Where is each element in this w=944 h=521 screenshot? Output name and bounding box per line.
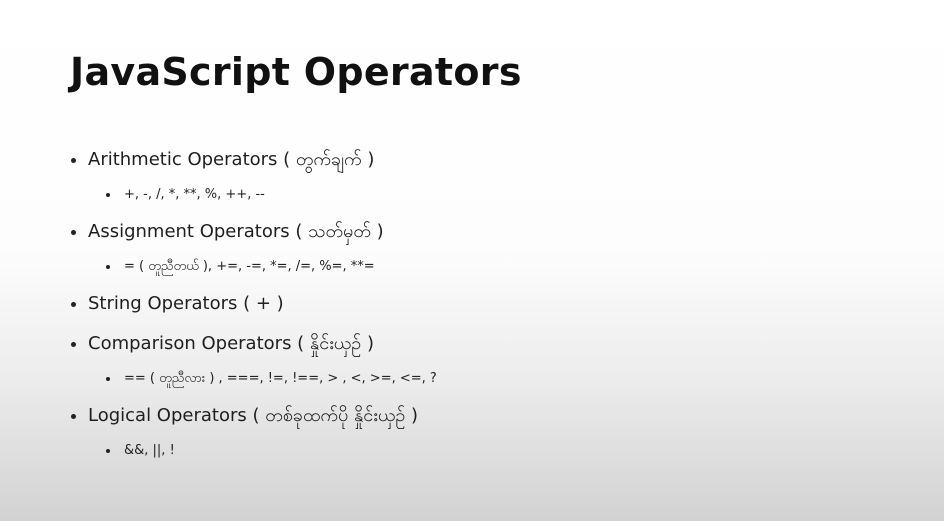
sub-bullet-assignment: = ( တူညီတယ် ), +=, -=, *=, /=, %=, **= xyxy=(104,252,928,284)
list-item-logical: Logical Operators ( တစ်ခုထက်ပို နှိုင်းယ… xyxy=(68,396,928,468)
operator-list: Arithmetic Operators ( တွက်ချက် ) +, -, … xyxy=(68,140,928,468)
bullet-text-arithmetic: Arithmetic Operators ( တွက်ချက် ) xyxy=(68,140,928,180)
bullet-text-assignment: Assignment Operators ( သတ်မှတ် ) xyxy=(68,212,928,252)
bullet-text-logical: Logical Operators ( တစ်ခုထက်ပို နှိုင်းယ… xyxy=(68,396,928,436)
list-item-assignment: Assignment Operators ( သတ်မှတ် ) = ( တူည… xyxy=(68,212,928,284)
sub-bullet-arithmetic: +, -, /, *, **, %, ++, -- xyxy=(104,180,928,212)
list-item-comparison: Comparison Operators ( နှိုင်းယှဉ် ) == … xyxy=(68,324,928,396)
slide-title: JavaScript Operators xyxy=(70,50,522,94)
sub-bullet-comparison: == ( တူညီလား ) , ===, !=, !==, > , <, >=… xyxy=(104,364,928,396)
slide: JavaScript Operators Arithmetic Operator… xyxy=(0,0,944,521)
bullet-text-comparison: Comparison Operators ( နှိုင်းယှဉ် ) xyxy=(68,324,928,364)
list-item-string: String Operators ( + ) xyxy=(68,284,928,324)
bullet-text-string: String Operators ( + ) xyxy=(68,284,928,324)
list-item-arithmetic: Arithmetic Operators ( တွက်ချက် ) +, -, … xyxy=(68,140,928,212)
sub-bullet-logical: &&, ||, ! xyxy=(104,436,928,468)
